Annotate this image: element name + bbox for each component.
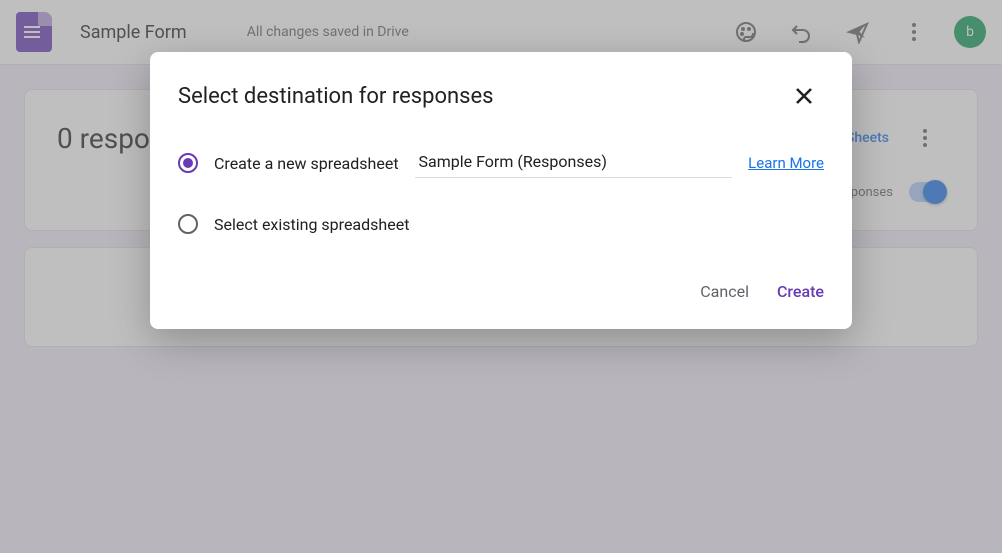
- radio-existing-label[interactable]: Select existing spreadsheet: [214, 215, 409, 234]
- option-existing-row: Select existing spreadsheet: [178, 214, 824, 234]
- close-icon[interactable]: [784, 76, 824, 116]
- cancel-button[interactable]: Cancel: [700, 282, 749, 301]
- create-button[interactable]: Create: [777, 282, 824, 301]
- radio-new-label[interactable]: Create a new spreadsheet: [214, 154, 399, 173]
- destination-dialog: Select destination for responses Create …: [150, 52, 852, 329]
- sheet-name-input[interactable]: [415, 148, 733, 178]
- radio-existing[interactable]: [178, 214, 198, 234]
- radio-new[interactable]: [178, 153, 198, 173]
- option-new-row: Create a new spreadsheet Learn More: [178, 148, 824, 178]
- dialog-title: Select destination for responses: [178, 84, 784, 109]
- learn-more-link[interactable]: Learn More: [748, 154, 824, 172]
